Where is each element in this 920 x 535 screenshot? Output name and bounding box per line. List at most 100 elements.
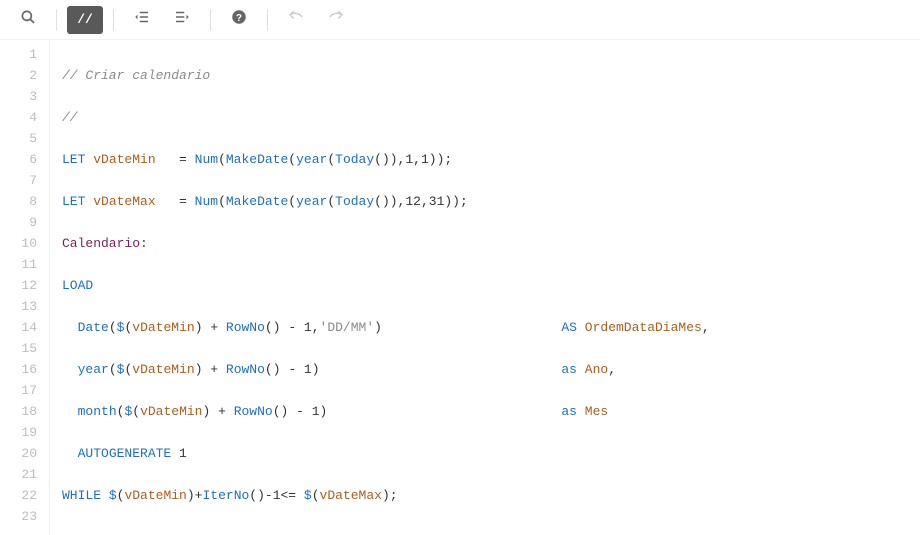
code-token: Calendario:: [62, 236, 148, 251]
code-token: [577, 362, 585, 377]
code-token: // Criar calendario: [62, 68, 210, 83]
toolbar-divider: [56, 9, 57, 31]
code-token: =: [156, 194, 195, 209]
code-token: AS: [561, 320, 577, 335]
code-token: Num: [195, 152, 218, 167]
code-token: AUTOGENERATE: [78, 446, 172, 461]
code-token: Num: [195, 194, 218, 209]
line-number: 17: [0, 380, 37, 401]
line-number: 13: [0, 296, 37, 317]
line-number: 14: [0, 317, 37, 338]
line-number: 9: [0, 212, 37, 233]
code-token: (: [312, 488, 320, 503]
code-area[interactable]: // Criar calendario // LET vDateMin = Nu…: [50, 40, 920, 535]
search-button[interactable]: [10, 6, 46, 34]
code-token: Today: [335, 152, 374, 167]
line-number: 19: [0, 422, 37, 443]
code-token: [101, 488, 109, 503]
code-token: [577, 404, 585, 419]
code-token: ) +: [195, 362, 226, 377]
code-token: vDateMin: [132, 362, 194, 377]
toolbar-divider: [267, 9, 268, 31]
code-token: MakeDate: [226, 152, 288, 167]
code-token: )+: [187, 488, 203, 503]
code-token: () - 1): [265, 362, 561, 377]
outdent-button[interactable]: [124, 6, 160, 34]
code-token: as: [561, 404, 577, 419]
code-token: Mes: [585, 404, 608, 419]
indent-icon: [173, 8, 191, 31]
code-token: (: [109, 362, 117, 377]
code-token: (: [288, 194, 296, 209]
line-number: 20: [0, 443, 37, 464]
code-token: as: [561, 362, 577, 377]
code-token: month: [78, 404, 117, 419]
help-button[interactable]: ?: [221, 6, 257, 34]
code-token: $: [304, 488, 312, 503]
toolbar-divider: [210, 9, 211, 31]
code-token: year: [78, 362, 109, 377]
line-number: 15: [0, 338, 37, 359]
line-number: 10: [0, 233, 37, 254]
code-token: year: [296, 194, 327, 209]
line-number: 8: [0, 191, 37, 212]
code-token: IterNo: [202, 488, 249, 503]
code-token: //: [62, 110, 78, 125]
line-number: 22: [0, 485, 37, 506]
line-number: 4: [0, 107, 37, 128]
line-number: 16: [0, 359, 37, 380]
code-token: vDateMax: [93, 194, 155, 209]
svg-text:?: ?: [236, 13, 242, 24]
line-number: 1: [0, 44, 37, 65]
undo-icon: [287, 8, 305, 31]
code-token: RowNo: [226, 362, 265, 377]
code-token: );: [382, 488, 398, 503]
line-number: 21: [0, 464, 37, 485]
code-token: [62, 404, 78, 419]
code-token: RowNo: [234, 404, 273, 419]
code-token: (: [327, 194, 335, 209]
code-token: [62, 320, 78, 335]
code-token: vDateMin: [124, 488, 186, 503]
code-token: (: [218, 194, 226, 209]
code-token: $: [109, 488, 117, 503]
indent-button[interactable]: [164, 6, 200, 34]
code-token: ) +: [195, 320, 226, 335]
code-token: ,: [608, 362, 616, 377]
code-token: LET: [62, 152, 85, 167]
code-token: (: [109, 320, 117, 335]
editor-toolbar: // ?: [0, 0, 920, 40]
line-number: 23: [0, 506, 37, 527]
code-token: ()),1,1));: [374, 152, 452, 167]
code-token: ()),12,31));: [374, 194, 468, 209]
code-token: RowNo: [226, 320, 265, 335]
code-editor[interactable]: 1234567891011121314151617181920212223 //…: [0, 40, 920, 535]
code-token: OrdemDataDiaMes: [585, 320, 702, 335]
line-number-gutter: 1234567891011121314151617181920212223: [0, 40, 50, 535]
toolbar-divider: [113, 9, 114, 31]
line-number: 3: [0, 86, 37, 107]
code-token: =: [156, 152, 195, 167]
help-icon: ?: [230, 8, 248, 31]
search-icon: [19, 8, 37, 31]
line-number: 12: [0, 275, 37, 296]
redo-icon: [327, 8, 345, 31]
code-token: LOAD: [62, 278, 93, 293]
code-token: 1: [171, 446, 187, 461]
code-token: vDateMin: [132, 320, 194, 335]
code-token: year: [296, 152, 327, 167]
outdent-icon: [133, 8, 151, 31]
code-token: [62, 446, 78, 461]
code-token: (: [218, 152, 226, 167]
code-token: (: [132, 404, 140, 419]
code-token: (: [288, 152, 296, 167]
code-token: () - 1): [273, 404, 562, 419]
undo-button[interactable]: [278, 6, 314, 34]
code-token: vDateMin: [93, 152, 155, 167]
comment-toggle-button[interactable]: //: [67, 6, 103, 34]
code-token: vDateMin: [140, 404, 202, 419]
code-token: vDateMax: [320, 488, 382, 503]
line-number: 7: [0, 170, 37, 191]
line-number: 5: [0, 128, 37, 149]
redo-button[interactable]: [318, 6, 354, 34]
